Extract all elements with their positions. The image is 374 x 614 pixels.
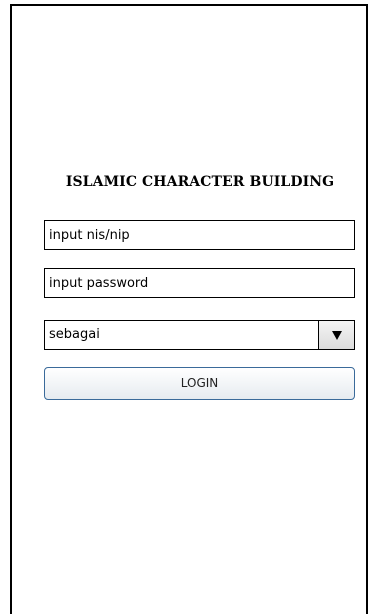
app-title: ISLAMIC CHARACTER BUILDING bbox=[65, 174, 335, 190]
arrow-down-glyph bbox=[331, 330, 342, 340]
login-button[interactable]: LOGIN bbox=[44, 367, 355, 400]
role-select-value: sebagai bbox=[49, 327, 100, 342]
password-input[interactable] bbox=[44, 268, 355, 298]
dropdown-arrow-icon[interactable] bbox=[318, 321, 354, 349]
nis-nip-input[interactable] bbox=[44, 220, 355, 250]
phone-frame bbox=[10, 4, 368, 614]
role-select[interactable]: sebagai bbox=[44, 320, 355, 350]
